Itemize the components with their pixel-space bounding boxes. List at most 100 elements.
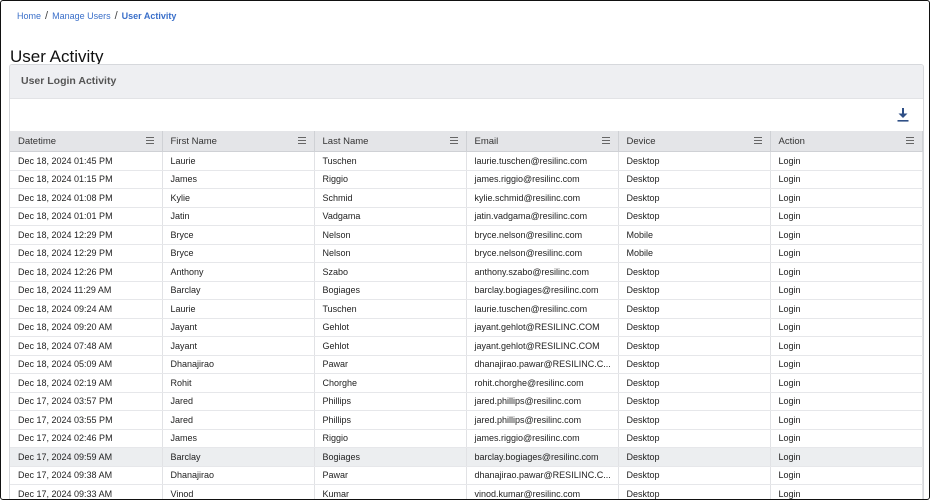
cell-device: Desktop [618, 447, 771, 467]
download-icon [897, 108, 909, 122]
cell-device: Desktop [618, 466, 771, 485]
cell-last-name: Nelson [314, 225, 467, 245]
cell-first-name: Vinod [162, 484, 315, 499]
table-body: Dec 18, 2024 01:45 PM Laurie Tuschen laurie… [10, 151, 923, 499]
cell-last-name: Tuschen [314, 151, 467, 171]
cell-last-name: Tuschen [314, 299, 467, 319]
breadcrumb-separator: / [114, 10, 118, 22]
table-row[interactable]: Dec 18, 2024 07:48 AM Jayant Gehlot jayant.… [10, 336, 923, 356]
table-row[interactable]: Dec 18, 2024 02:19 AM Rohit Chorghe rohit.c… [10, 373, 923, 393]
cell-datetime: Dec 17, 2024 09:33 AM [10, 484, 163, 499]
cell-action: Login [770, 447, 923, 467]
table-row[interactable]: Dec 18, 2024 01:01 PM Jatin Vadgama jatin.v… [10, 207, 923, 226]
cell-email: bryce.nelson@resilinc.com [466, 244, 619, 263]
table-row[interactable]: Dec 18, 2024 01:08 PM Kylie Schmid kylie.sc… [10, 188, 923, 208]
cell-device: Mobile [618, 244, 771, 263]
table-row[interactable]: Dec 18, 2024 12:26 PM Anthony Szabo anthony… [10, 262, 923, 282]
column-menu-icon[interactable] [753, 137, 762, 144]
cell-action: Login [770, 188, 923, 208]
cell-last-name: Riggio [314, 429, 467, 448]
cell-device: Desktop [618, 281, 771, 300]
cell-datetime: Dec 18, 2024 11:29 AM [10, 281, 163, 300]
cell-datetime: Dec 18, 2024 09:20 AM [10, 318, 163, 337]
cell-datetime: Dec 18, 2024 01:15 PM [10, 170, 163, 189]
table-row[interactable]: Dec 18, 2024 01:45 PM Laurie Tuschen laurie… [10, 151, 923, 171]
cell-last-name: Vadgama [314, 207, 467, 226]
breadcrumb-current: User Activity [121, 11, 177, 21]
cell-datetime: Dec 17, 2024 03:55 PM [10, 410, 163, 430]
cell-first-name: Laurie [162, 299, 315, 319]
cell-datetime: Dec 18, 2024 01:08 PM [10, 188, 163, 208]
cell-last-name: Phillips [314, 410, 467, 430]
column-header-datetime[interactable]: Datetime [10, 131, 163, 152]
cell-device: Desktop [618, 207, 771, 226]
cell-datetime: Dec 18, 2024 05:09 AM [10, 355, 163, 374]
table-row[interactable]: Dec 17, 2024 09:38 AM Dhanajirao Pawar dhan… [10, 466, 923, 485]
cell-last-name: Kumar [314, 484, 467, 499]
column-menu-icon[interactable] [449, 137, 458, 144]
table-row[interactable]: Dec 17, 2024 09:33 AM Vinod Kumar vinod.kum… [10, 484, 923, 499]
table-row[interactable]: Dec 18, 2024 05:09 AM Dhanajirao Pawar dhan… [10, 355, 923, 374]
cell-action: Login [770, 410, 923, 430]
cell-device: Desktop [618, 170, 771, 189]
column-menu-icon[interactable] [145, 137, 154, 144]
download-button[interactable] [895, 107, 911, 123]
cell-email: laurie.tuschen@resilinc.com [466, 151, 619, 171]
table-row[interactable]: Dec 17, 2024 09:59 AM Barclay Bogiages barc… [10, 447, 923, 467]
table-row[interactable]: Dec 17, 2024 03:55 PM Jared Phillips jared.… [10, 410, 923, 430]
cell-datetime: Dec 17, 2024 09:59 AM [10, 447, 163, 467]
cell-email: bryce.nelson@resilinc.com [466, 225, 619, 245]
table-row[interactable]: Dec 18, 2024 12:29 PM Bryce Nelson bryce.ne… [10, 244, 923, 263]
cell-first-name: Jayant [162, 336, 315, 356]
table-header-row: Datetime First Name Last Name Email Devi… [10, 131, 923, 152]
table-row[interactable]: Dec 17, 2024 03:57 PM Jared Phillips jared.… [10, 392, 923, 411]
cell-email: jared.phillips@resilinc.com [466, 410, 619, 430]
cell-action: Login [770, 392, 923, 411]
table-row[interactable]: Dec 17, 2024 02:46 PM James Riggio james.ri… [10, 429, 923, 448]
table-row[interactable]: Dec 18, 2024 12:29 PM Bryce Nelson bryce.ne… [10, 225, 923, 245]
cell-datetime: Dec 18, 2024 07:48 AM [10, 336, 163, 356]
column-header-device[interactable]: Device [618, 131, 771, 152]
cell-datetime: Dec 18, 2024 12:29 PM [10, 244, 163, 263]
cell-action: Login [770, 225, 923, 245]
table-row[interactable]: Dec 18, 2024 01:15 PM James Riggio james.ri… [10, 170, 923, 189]
table-row[interactable]: Dec 18, 2024 11:29 AM Barclay Bogiages barc… [10, 281, 923, 300]
column-header-email[interactable]: Email [466, 131, 619, 152]
column-header-action[interactable]: Action [770, 131, 923, 152]
cell-action: Login [770, 299, 923, 319]
cell-last-name: Schmid [314, 188, 467, 208]
column-menu-icon[interactable] [905, 137, 914, 144]
cell-first-name: Dhanajirao [162, 355, 315, 374]
cell-last-name: Bogiages [314, 281, 467, 300]
cell-datetime: Dec 18, 2024 12:26 PM [10, 262, 163, 282]
cell-first-name: Anthony [162, 262, 315, 282]
column-header-last-name[interactable]: Last Name [314, 131, 467, 152]
cell-first-name: Bryce [162, 244, 315, 263]
cell-action: Login [770, 484, 923, 499]
table-row[interactable]: Dec 18, 2024 09:20 AM Jayant Gehlot jayant.… [10, 318, 923, 337]
cell-last-name: Szabo [314, 262, 467, 282]
breadcrumb-manage-users[interactable]: Manage Users [52, 11, 111, 21]
cell-email: laurie.tuschen@resilinc.com [466, 299, 619, 319]
cell-first-name: Barclay [162, 281, 315, 300]
cell-action: Login [770, 466, 923, 485]
cell-last-name: Phillips [314, 392, 467, 411]
cell-device: Desktop [618, 355, 771, 374]
cell-email: kylie.schmid@resilinc.com [466, 188, 619, 208]
column-header-first-name[interactable]: First Name [162, 131, 315, 152]
cell-email: barclay.bogiages@resilinc.com [466, 447, 619, 467]
breadcrumb-home[interactable]: Home [17, 11, 41, 21]
column-menu-icon[interactable] [297, 137, 306, 144]
cell-action: Login [770, 151, 923, 171]
cell-device: Desktop [618, 392, 771, 411]
cell-action: Login [770, 170, 923, 189]
cell-action: Login [770, 318, 923, 337]
cell-datetime: Dec 18, 2024 12:29 PM [10, 225, 163, 245]
cell-device: Desktop [618, 318, 771, 337]
cell-first-name: Jared [162, 392, 315, 411]
column-menu-icon[interactable] [601, 137, 610, 144]
cell-first-name: Dhanajirao [162, 466, 315, 485]
cell-datetime: Dec 18, 2024 02:19 AM [10, 373, 163, 393]
cell-device: Desktop [618, 151, 771, 171]
table-row[interactable]: Dec 18, 2024 09:24 AM Laurie Tuschen laurie… [10, 299, 923, 319]
